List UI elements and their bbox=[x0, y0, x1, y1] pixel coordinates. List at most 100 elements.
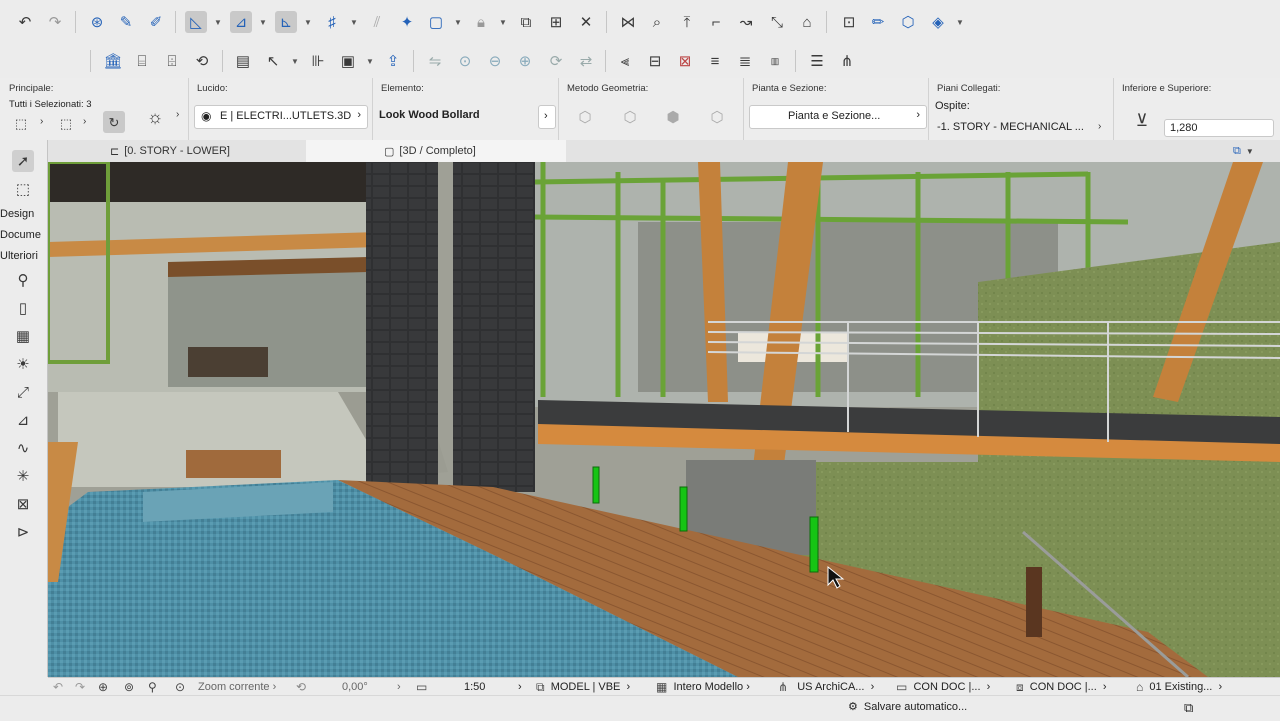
chevron-down-icon[interactable]: ▼ bbox=[304, 11, 312, 33]
chevron-right-icon[interactable]: › bbox=[40, 116, 43, 127]
building-update-icon[interactable]: ⟲ bbox=[191, 50, 213, 72]
rotate-selection-icon[interactable]: ↻ bbox=[103, 111, 125, 133]
cube-box-icon[interactable]: ⬢ bbox=[662, 106, 684, 128]
page-icon[interactable]: ▤ bbox=[232, 50, 254, 72]
elevate-icon[interactable]: ⤒ bbox=[676, 11, 698, 33]
element-settings-button[interactable]: › bbox=[538, 105, 556, 129]
grid-snap-icon[interactable]: ♯ bbox=[321, 11, 343, 33]
door-icon[interactable]: ▯ bbox=[12, 297, 34, 319]
find-select-icon[interactable]: ⊛ bbox=[86, 11, 108, 33]
chevron-right-icon[interactable]: › bbox=[518, 678, 522, 696]
chevron-down-icon[interactable]: ▼ bbox=[259, 11, 267, 33]
marker-icon[interactable]: ⚲ bbox=[12, 269, 34, 291]
group-icon[interactable]: ⧉ bbox=[515, 11, 537, 33]
chevron-right-icon[interactable]: › bbox=[176, 109, 179, 120]
selection-box-icon[interactable]: ▢ bbox=[425, 11, 447, 33]
snap-guides-icon[interactable]: ⊿ bbox=[230, 11, 252, 33]
bollard-2[interactable] bbox=[679, 486, 688, 532]
chevron-right-icon[interactable]: › bbox=[83, 116, 86, 127]
marquee-icon[interactable]: ⬚ bbox=[55, 112, 77, 134]
chevron-down-icon[interactable]: ▼ bbox=[214, 11, 222, 33]
chevron-down-icon[interactable]: ▼ bbox=[291, 50, 299, 72]
edit-icon[interactable]: ✏ bbox=[867, 11, 889, 33]
model-scope-dropdown[interactable]: ▦ Intero Modello › bbox=[656, 678, 750, 696]
undo-view-icon[interactable]: ↶ bbox=[53, 678, 63, 696]
redo-icon[interactable]: ↷ bbox=[44, 11, 66, 33]
curtain-wall-icon[interactable]: ▦ bbox=[12, 325, 34, 347]
align-right-icon[interactable]: ⊠ bbox=[674, 50, 696, 72]
injector-icon[interactable]: ✐ bbox=[145, 11, 167, 33]
chevron-down-icon[interactable]: ▼ bbox=[499, 11, 507, 33]
height-input[interactable]: 1,280 bbox=[1164, 119, 1274, 137]
stack-icon[interactable]: ⬚ bbox=[10, 112, 32, 134]
floor-plan-settings-button[interactable]: Pianta e Sezione... › bbox=[749, 105, 927, 129]
angle-value[interactable]: 0,00° bbox=[342, 678, 368, 696]
split-icon[interactable]: ⋈ bbox=[617, 11, 639, 33]
zoom-out-icon[interactable]: ⊖ bbox=[484, 50, 506, 72]
cube-poly-icon[interactable]: ⬡ bbox=[706, 106, 728, 128]
3d-scene[interactable] bbox=[48, 162, 1280, 677]
lamp-icon[interactable]: ☀ bbox=[12, 353, 34, 375]
chevron-down-icon[interactable]: ▼ bbox=[366, 50, 374, 72]
camera-icon[interactable]: ⊳ bbox=[12, 521, 34, 543]
align-center-icon[interactable]: ⊟ bbox=[644, 50, 666, 72]
toolbox-documenta[interactable]: Docume bbox=[0, 229, 41, 241]
roof-icon[interactable]: ⌂ bbox=[796, 11, 818, 33]
bollard-1[interactable] bbox=[592, 466, 600, 504]
element-name[interactable]: Look Wood Bollard bbox=[379, 109, 480, 121]
toolbox-ulteriori[interactable]: Ulteriori bbox=[0, 250, 38, 262]
merge-icon[interactable]: ⬡ bbox=[897, 11, 919, 33]
chevron-down-icon[interactable]: ▼ bbox=[956, 11, 964, 33]
spline-icon[interactable]: ∿ bbox=[12, 437, 34, 459]
toolbox-design[interactable]: Design bbox=[0, 208, 34, 220]
zoom-in-icon[interactable]: ⊕ bbox=[98, 678, 108, 696]
tab-story-lower[interactable]: ⊏ [0. STORY - LOWER] bbox=[110, 140, 230, 162]
figure-icon[interactable]: ⊠ bbox=[12, 493, 34, 515]
spreadsheet-icon[interactable]: ⊪ bbox=[307, 50, 329, 72]
distribute-v-icon[interactable]: ≣ bbox=[734, 50, 756, 72]
dimension-icon[interactable]: ⤢ bbox=[12, 381, 34, 403]
adjust-icon[interactable]: ⌕ bbox=[646, 11, 668, 33]
level-icon[interactable]: ⊿ bbox=[12, 409, 34, 431]
flip-icon[interactable]: ⇄ bbox=[575, 50, 597, 72]
trace-icon[interactable]: ⊞ bbox=[545, 11, 567, 33]
reference-icon[interactable]: ✕ bbox=[575, 11, 597, 33]
building-plus-icon[interactable]: ⌸ bbox=[131, 50, 153, 72]
undo-icon[interactable]: ↶ bbox=[14, 11, 36, 33]
zoom-fit-icon[interactable]: ⊙ bbox=[454, 50, 476, 72]
light-icon[interactable]: ☼ bbox=[144, 106, 166, 128]
home-story-value[interactable]: -1. STORY - MECHANICAL ... bbox=[937, 121, 1084, 133]
orbit-icon[interactable]: ⊚ bbox=[124, 678, 134, 696]
cube-slanted-icon[interactable]: ⬡ bbox=[619, 106, 641, 128]
arrow-tool-icon[interactable]: ◺ bbox=[185, 11, 207, 33]
tab-3d-view[interactable]: ▢ [3D / Completo] bbox=[306, 140, 566, 162]
zoom-dropdown[interactable]: Zoom corrente › bbox=[198, 678, 276, 696]
chevron-right-icon[interactable]: › bbox=[1098, 121, 1101, 132]
distribute-icon[interactable]: ≡ bbox=[704, 50, 726, 72]
building-link-icon[interactable]: ⌹ bbox=[161, 50, 183, 72]
hotspot-icon[interactable]: ✳ bbox=[12, 465, 34, 487]
magic-wand-icon[interactable]: ✦ bbox=[396, 11, 418, 33]
mirror-icon[interactable]: ⇋ bbox=[424, 50, 446, 72]
3d-viewport[interactable] bbox=[48, 162, 1280, 677]
elevation-icon[interactable]: ⇪ bbox=[382, 50, 404, 72]
zoom-in-icon[interactable]: ⊕ bbox=[514, 50, 536, 72]
layer-selector[interactable]: ◉ E | ELECTRI...UTLETS.3D › bbox=[194, 105, 368, 129]
building-icon[interactable]: 🏛︎ bbox=[102, 50, 124, 72]
gravity-icon[interactable]: ⊾ bbox=[275, 11, 297, 33]
standard-dropdown[interactable]: ⋔ US ArchiCA... › bbox=[778, 678, 874, 696]
cursor-icon[interactable]: ↖ bbox=[262, 50, 284, 72]
bollard-3[interactable] bbox=[809, 516, 819, 573]
marquee-tool-icon[interactable]: ⬚ bbox=[12, 178, 34, 200]
transform-icon[interactable]: ◈ bbox=[927, 11, 949, 33]
doc2-dropdown[interactable]: ⧈ CON DOC |... › bbox=[1016, 678, 1107, 696]
renovation-dropdown[interactable]: ⌂ 01 Existing... › bbox=[1136, 678, 1222, 696]
rotate-icon[interactable]: ⟳ bbox=[545, 50, 567, 72]
chevron-down-icon[interactable]: ▼ bbox=[350, 11, 358, 33]
window-icon[interactable]: ⧉ bbox=[1184, 700, 1193, 716]
solid-ops-icon[interactable]: ⊡ bbox=[838, 11, 860, 33]
align-left-icon[interactable]: ⫷ bbox=[614, 50, 636, 72]
eyedropper-icon[interactable]: ✎ bbox=[115, 11, 137, 33]
model-view-dropdown[interactable]: ⧉ MODEL | VBE › bbox=[536, 678, 630, 696]
guid-icon[interactable]: ▥ bbox=[764, 50, 786, 72]
